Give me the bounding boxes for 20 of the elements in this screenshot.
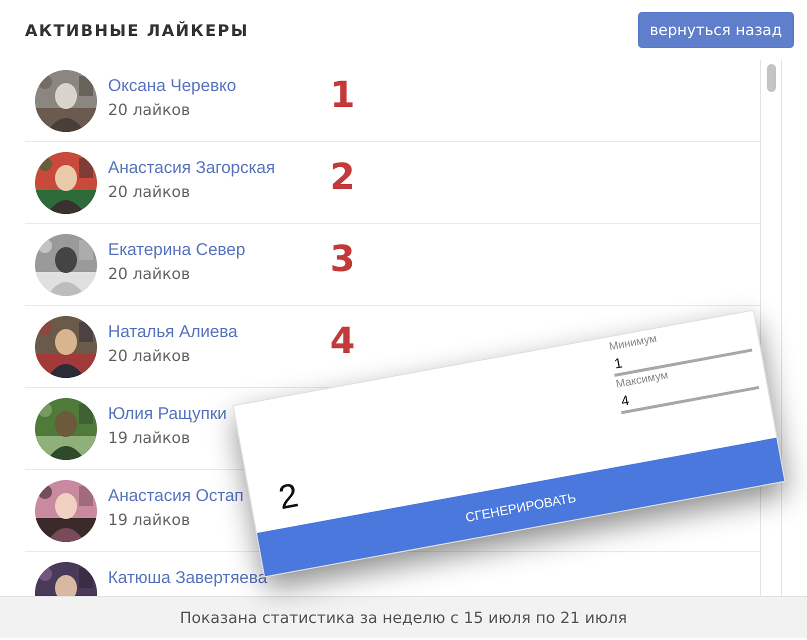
liker-name[interactable]: Наталья Алиева [108,322,238,342]
liker-name[interactable]: Анастасия Загорская [108,158,276,178]
rank-number: 2 [330,157,356,198]
likes-count: 19 лайков [108,511,190,529]
liker-name[interactable]: Оксана Черевко [108,76,236,96]
likes-count: 20 лайков [108,183,190,201]
likes-count: 20 лайков [108,347,190,365]
liker-name[interactable]: Юлия Ращупки [108,404,227,424]
rank-number: 1 [330,75,356,116]
likes-count: 19 лайков [108,429,190,447]
likes-count: 20 лайков [108,265,190,283]
footer-bar: Показана статистика за неделю с 15 июля по 21 июля [0,596,807,638]
result-number: 2 [276,476,302,518]
likes-count: 20 лайков [108,101,190,119]
liker-name[interactable]: Екатерина Север [108,240,246,260]
page-title: АКТИВНЫЕ ЛАЙКЕРЫ [25,20,249,40]
liker-name[interactable]: Анастасия Остап [108,486,244,506]
back-button[interactable]: вернуться назад [638,12,794,48]
rank-number: 3 [330,239,356,280]
rank-number: 4 [330,321,356,362]
